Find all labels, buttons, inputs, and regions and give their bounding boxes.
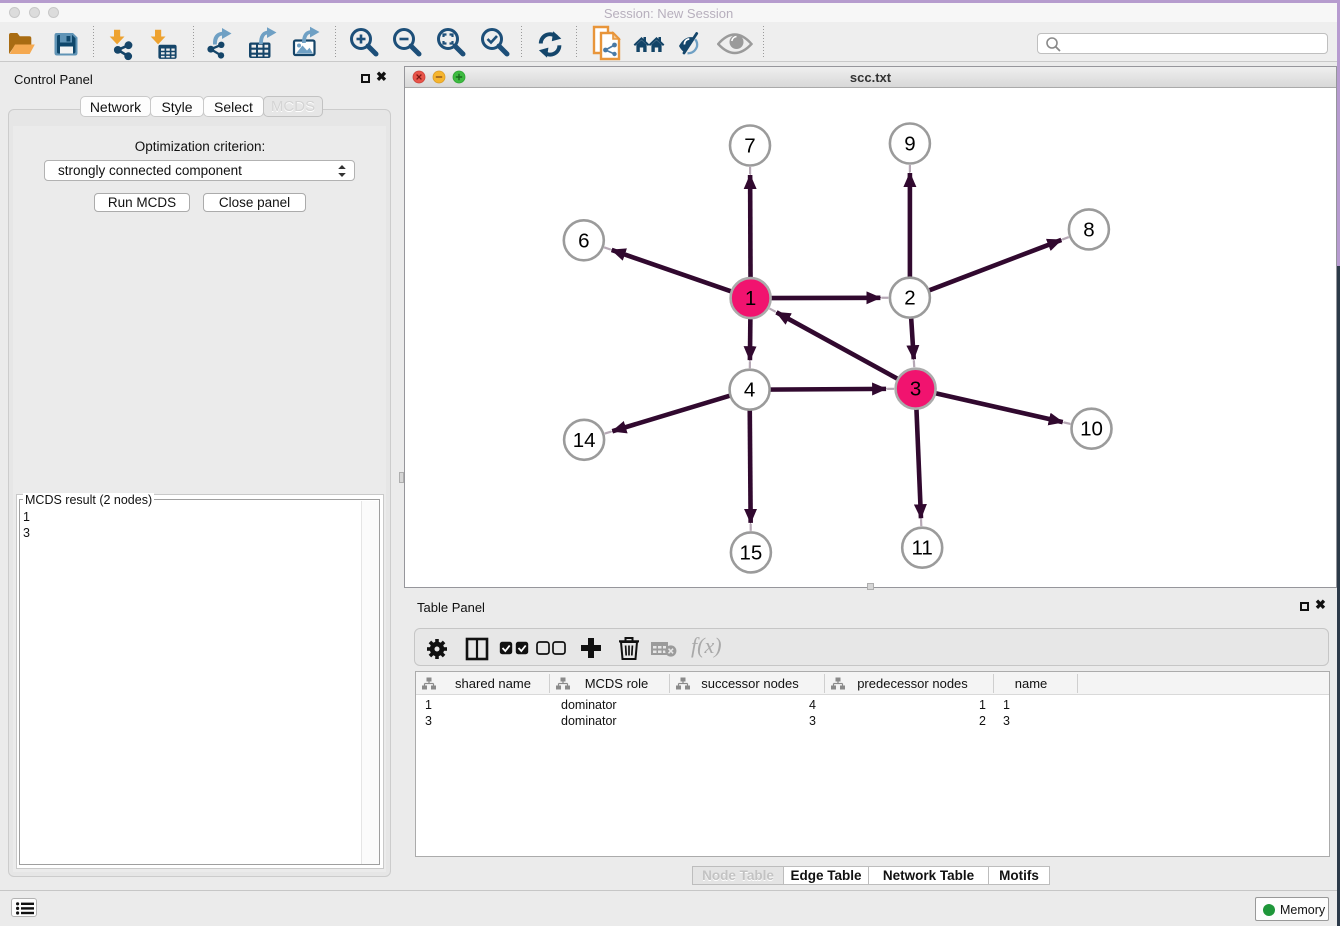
svg-text:7: 7 (744, 135, 755, 158)
svg-text:11: 11 (912, 537, 933, 560)
svg-text:10: 10 (1080, 418, 1103, 441)
svg-text:6: 6 (578, 229, 589, 252)
svg-text:4: 4 (744, 379, 755, 402)
svg-text:3: 3 (910, 378, 921, 401)
svg-text:1: 1 (745, 287, 756, 310)
svg-text:9: 9 (904, 133, 915, 156)
svg-text:14: 14 (573, 429, 596, 452)
svg-text:2: 2 (904, 287, 915, 310)
svg-text:8: 8 (1083, 218, 1094, 241)
svg-text:15: 15 (739, 541, 762, 564)
